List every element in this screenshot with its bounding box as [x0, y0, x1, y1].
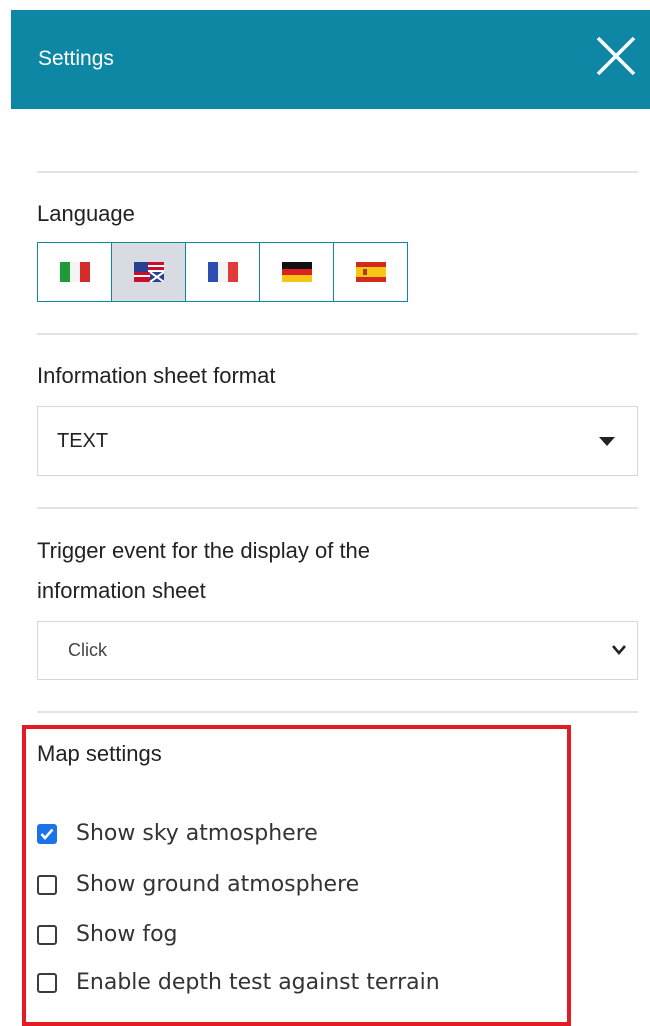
checkbox-unchecked[interactable] — [37, 972, 57, 993]
flag-button-spanish[interactable] — [333, 242, 408, 302]
option-show-fog[interactable]: Show fog — [37, 922, 178, 947]
flag-button-german[interactable] — [259, 242, 334, 302]
divider — [37, 507, 638, 509]
divider — [37, 171, 638, 173]
divider — [37, 333, 638, 335]
info-sheet-format-value: TEXT — [57, 430, 109, 452]
flag-button-italian[interactable] — [37, 242, 112, 302]
france-flag-icon — [207, 262, 238, 282]
italy-flag-icon — [59, 262, 90, 282]
close-button[interactable] — [594, 34, 638, 78]
option-enable-depth-test[interactable]: Enable depth test against terrain — [37, 970, 440, 995]
trigger-event-label-line1: Trigger event for the display of the — [37, 538, 371, 563]
checkbox-unchecked[interactable] — [37, 924, 57, 945]
trigger-event-label-line2: information sheet — [37, 578, 206, 603]
flag-button-english[interactable] — [111, 242, 186, 302]
caret-down-icon — [599, 437, 615, 446]
trigger-event-value: Click — [68, 640, 107, 660]
option-label: Enable depth test against terrain — [76, 970, 440, 995]
map-settings-title: Map settings — [37, 741, 162, 766]
option-show-sky-atmosphere[interactable]: Show sky atmosphere — [37, 821, 318, 846]
settings-header: Settings — [11, 10, 650, 109]
uk-us-flag-icon — [133, 262, 164, 282]
trigger-event-select[interactable]: Click — [37, 621, 638, 680]
divider — [37, 711, 638, 713]
settings-title: Settings — [38, 47, 114, 70]
info-sheet-format-label: Information sheet format — [37, 363, 276, 388]
language-label: Language — [37, 201, 135, 226]
close-icon[interactable] — [594, 34, 638, 78]
option-show-ground-atmosphere[interactable]: Show ground atmosphere — [37, 872, 359, 897]
checkmark-icon — [40, 828, 54, 840]
info-sheet-format-select[interactable]: TEXT — [37, 406, 638, 476]
checkbox-checked[interactable] — [37, 823, 57, 844]
spain-flag-icon — [355, 262, 386, 282]
option-label: Show ground atmosphere — [76, 872, 360, 897]
germany-flag-icon — [281, 262, 312, 282]
checkbox-unchecked[interactable] — [37, 874, 57, 895]
option-label: Show fog — [76, 922, 178, 947]
chevron-down-icon — [612, 645, 626, 655]
language-selector — [37, 242, 408, 302]
option-label: Show sky atmosphere — [76, 821, 318, 846]
flag-button-french[interactable] — [185, 242, 260, 302]
